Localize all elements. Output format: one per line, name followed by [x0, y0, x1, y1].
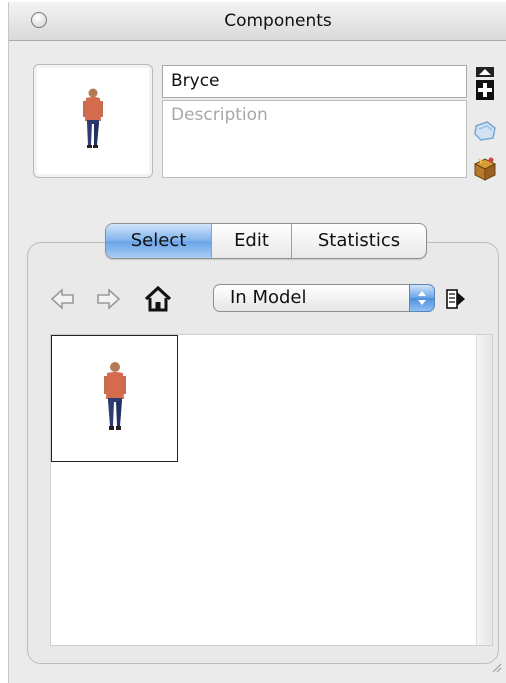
- title-bar[interactable]: Components: [9, 2, 506, 41]
- component-preview: [33, 64, 153, 178]
- component-box-icon[interactable]: [471, 154, 499, 186]
- components-browser[interactable]: [50, 334, 493, 646]
- resize-grip-icon[interactable]: [490, 658, 502, 677]
- collection-dropdown[interactable]: In Model: [213, 284, 435, 312]
- component-thumbnail-bryce[interactable]: [51, 335, 178, 462]
- tab-selector: Select Edit Statistics: [105, 223, 427, 259]
- vertical-scrollbar[interactable]: [476, 335, 492, 645]
- paint-component-icon[interactable]: [473, 120, 497, 146]
- person-figure-icon: [104, 362, 126, 430]
- dropdown-arrows-icon: [409, 284, 435, 312]
- back-arrow-icon[interactable]: [50, 287, 76, 315]
- tab-select[interactable]: Select: [106, 224, 212, 258]
- window-title: Components: [224, 11, 332, 31]
- collection-dropdown-value: In Model: [230, 287, 307, 308]
- create-component-icon[interactable]: [475, 66, 495, 106]
- home-icon[interactable]: [143, 285, 173, 317]
- component-description-field[interactable]: Description: [162, 100, 467, 178]
- component-name-field[interactable]: Bryce: [162, 65, 467, 98]
- components-window: Components Bryce Description Select Edit…: [8, 2, 506, 683]
- tab-statistics[interactable]: Statistics: [292, 224, 426, 258]
- person-figure-icon: [83, 88, 103, 148]
- tab-edit[interactable]: Edit: [212, 224, 292, 258]
- details-arrow-icon[interactable]: [445, 285, 467, 317]
- forward-arrow-icon[interactable]: [95, 287, 121, 315]
